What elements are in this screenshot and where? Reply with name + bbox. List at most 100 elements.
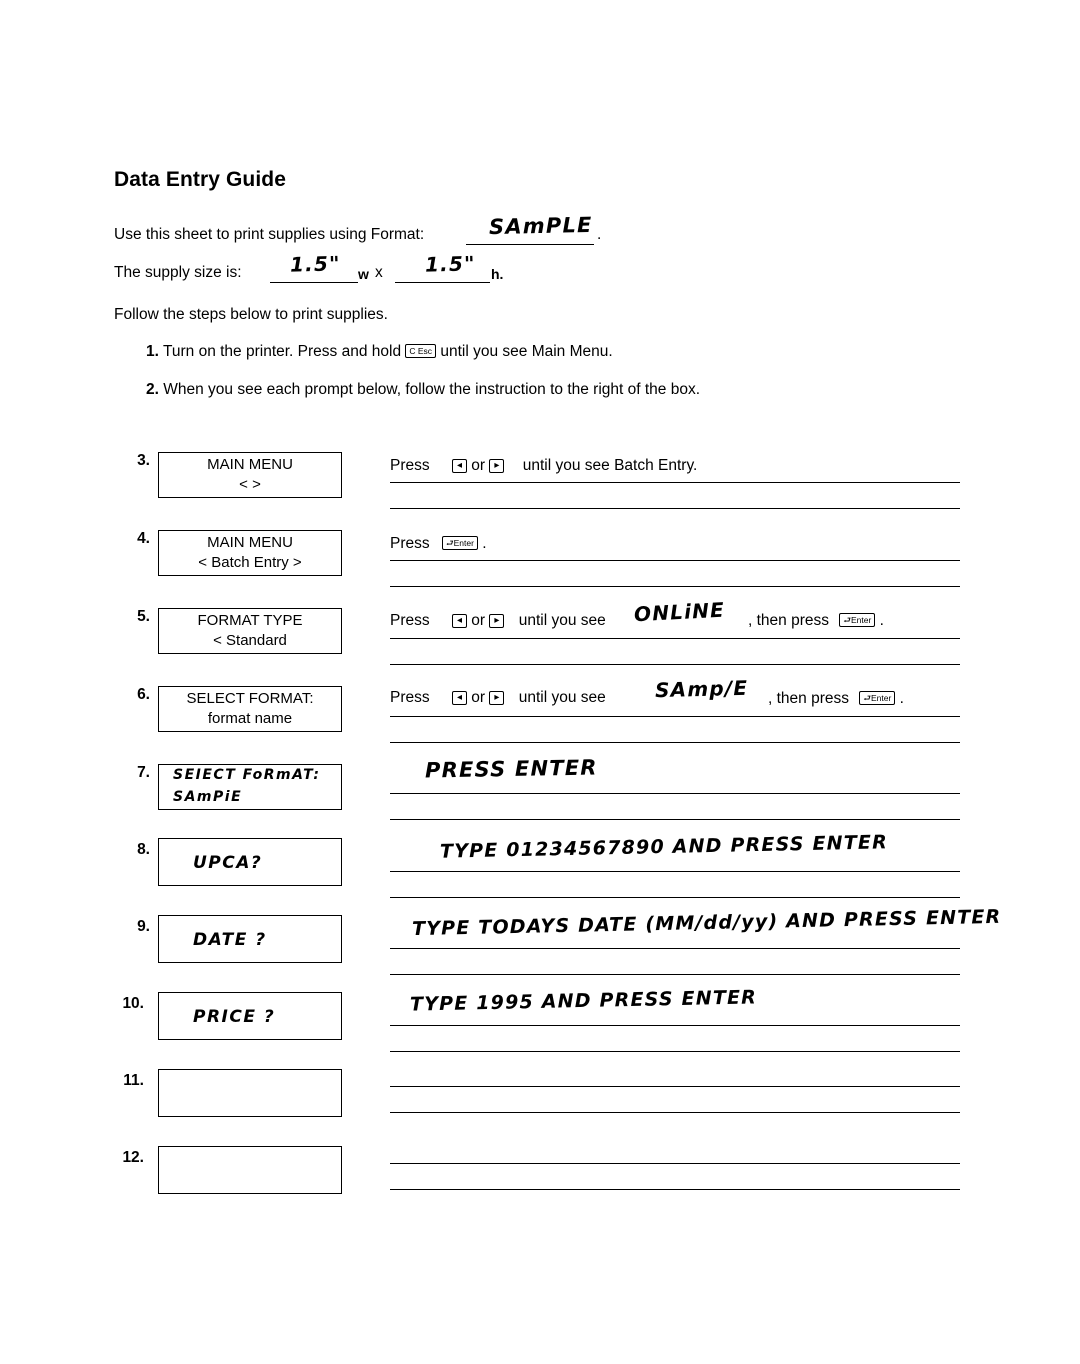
step-5-write-line-2 xyxy=(390,664,960,665)
intro-line-format: Use this sheet to print supplies using F… xyxy=(114,226,424,244)
step-7-display-line-1: SEIECT FoRmAT: xyxy=(173,767,321,783)
right-arrow-key-icon: ▸ xyxy=(489,459,505,473)
step-4-instruction: Press ⮐Enter . xyxy=(390,535,487,553)
step-6-display-line-2: format name xyxy=(207,710,293,727)
step-4-period: . xyxy=(482,535,487,552)
step-7-display-box: SEIECT FoRmAT: SAmPiE xyxy=(158,764,342,810)
step-7-handwritten-instruction: PRESS ENTER xyxy=(424,755,598,783)
step-6-until-text: until you see xyxy=(518,689,606,706)
step-12-write-line-2[interactable] xyxy=(390,1189,960,1190)
step-4-display-line-1: MAIN MENU xyxy=(207,534,293,551)
step-5-display-line-2: < Standard xyxy=(213,632,287,649)
step-6-period: . xyxy=(899,690,904,707)
step-10-display-line-2: PRICE ? xyxy=(193,1007,276,1027)
step-5-instruction-tail: , then press ⮐Enter . xyxy=(748,612,884,630)
step-5-number: 5. xyxy=(137,608,150,625)
step-4-display-line-2: < Batch Entry > xyxy=(198,554,302,571)
step-10-number: 10. xyxy=(122,995,144,1012)
step-8-handwritten-instruction: TYPE 01234567890 AND PRESS ENTER xyxy=(439,831,889,863)
step-6-write-line-1 xyxy=(390,716,960,717)
step-10-display-box: PRICE ? xyxy=(158,992,342,1040)
width-unit-label: w xyxy=(358,266,369,282)
step-3-tail-text: until you see Batch Entry. xyxy=(522,457,698,474)
enter-key-icon: ⮐Enter xyxy=(441,536,478,550)
step-9-write-line-2 xyxy=(390,974,960,975)
step-6-write-line-2 xyxy=(390,742,960,743)
step-8-display-box: UPCA? xyxy=(158,838,342,886)
step-6-number: 6. xyxy=(137,686,150,703)
intro-format-suffix: . xyxy=(597,226,602,243)
step-6-instruction: Press ◂ or ▸ until you see xyxy=(390,689,606,707)
step-6-then-press-text: , then press xyxy=(768,690,849,707)
height-handwritten-value: 1.5" xyxy=(424,251,476,277)
step-12-display-box[interactable] xyxy=(158,1146,342,1194)
step-5-write-line-1 xyxy=(390,638,960,639)
step-9-number: 9. xyxy=(137,918,150,935)
step-6-handwritten-value: SAmp/E xyxy=(654,675,749,703)
step-9-display-box: DATE ? xyxy=(158,915,342,963)
step-10-write-line-1 xyxy=(390,1025,960,1026)
step-6-display-box: SELECT FORMAT: format name xyxy=(158,686,342,732)
right-arrow-key-icon: ▸ xyxy=(489,614,505,628)
left-arrow-key-icon: ◂ xyxy=(451,691,467,705)
right-arrow-key-icon: ▸ xyxy=(489,691,505,705)
step-3-display-line-2: < > xyxy=(239,476,261,493)
step-11-number: 11. xyxy=(123,1072,144,1089)
step-8-write-line-2 xyxy=(390,897,960,898)
step-11-write-line-2[interactable] xyxy=(390,1112,960,1113)
intro-step-2: 2. When you see each prompt below, follo… xyxy=(146,381,700,399)
step-12-write-line-1[interactable] xyxy=(390,1163,960,1164)
step-3-press-label: Press xyxy=(390,457,430,474)
enter-key-icon: ⮐Enter xyxy=(839,613,876,627)
step-5-handwritten-value: ONLiNE xyxy=(633,597,726,627)
step-9-write-line-1 xyxy=(390,948,960,949)
step-10-handwritten-instruction: TYPE 1995 AND PRESS ENTER xyxy=(409,986,758,1016)
step-4-write-line-1 xyxy=(390,560,960,561)
step-6-press-label: Press xyxy=(390,689,430,706)
step-3-display-line-1: MAIN MENU xyxy=(207,456,293,473)
page-title: Data Entry Guide xyxy=(114,168,286,191)
size-x-label: x xyxy=(375,264,383,281)
step-3-instruction: Press ◂ or ▸ until you see Batch Entry. xyxy=(390,457,697,475)
width-handwritten-value: 1.5" xyxy=(289,251,341,277)
step-4-press-label: Press xyxy=(390,535,430,552)
intro-line-follow-steps: Follow the steps below to print supplies… xyxy=(114,306,388,323)
step-9-display-line-2: DATE ? xyxy=(193,930,267,950)
intro-step-1-text-after: until you see Main Menu. xyxy=(440,343,613,360)
enter-key-icon: ⮐Enter xyxy=(859,691,896,705)
step-3-number: 3. xyxy=(137,452,150,469)
step-5-display-line-1: FORMAT TYPE xyxy=(197,612,303,629)
intro-step-1-text-before: Turn on the printer. Press and hold xyxy=(162,343,402,360)
step-5-instruction: Press ◂ or ▸ until you see xyxy=(390,612,606,630)
step-3-write-line-2 xyxy=(390,508,960,509)
step-4-display-box: MAIN MENU < Batch Entry > xyxy=(158,530,342,576)
step-6-display-line-1: SELECT FORMAT: xyxy=(186,690,314,707)
intro-step-2-text: When you see each prompt below, follow t… xyxy=(163,381,701,398)
step-5-then-press-text: , then press xyxy=(748,612,829,629)
intro-step-1: 1. Turn on the printer. Press and hold C… xyxy=(146,343,613,361)
intro-size-prefix: The supply size is: xyxy=(114,264,242,281)
format-handwritten-value: SAmPLE xyxy=(488,212,593,240)
step-11-display-box[interactable] xyxy=(158,1069,342,1117)
step-11-write-line-1[interactable] xyxy=(390,1086,960,1087)
document-page: Data Entry Guide Use this sheet to print… xyxy=(0,0,1080,1364)
step-7-write-line-2 xyxy=(390,819,960,820)
step-6-or-label: or xyxy=(471,689,486,706)
step-7-write-line-1 xyxy=(390,793,960,794)
width-blank-rule xyxy=(270,282,358,283)
step-8-number: 8. xyxy=(137,841,150,858)
step-6-instruction-tail: , then press ⮐Enter . xyxy=(768,690,904,708)
step-5-until-text: until you see xyxy=(518,612,606,629)
left-arrow-key-icon: ◂ xyxy=(451,459,467,473)
format-blank-rule xyxy=(466,244,594,245)
step-12-number: 12. xyxy=(122,1149,144,1166)
step-4-write-line-2 xyxy=(390,586,960,587)
esc-key-icon: C Esc xyxy=(405,344,437,358)
step-8-display-line-2: UPCA? xyxy=(193,853,263,873)
step-4-number: 4. xyxy=(137,530,150,547)
height-blank-rule xyxy=(395,282,490,283)
step-7-number: 7. xyxy=(137,764,150,781)
step-3-write-line-1 xyxy=(390,482,960,483)
step-3-display-box: MAIN MENU < > xyxy=(158,452,342,498)
step-10-write-line-2 xyxy=(390,1051,960,1052)
